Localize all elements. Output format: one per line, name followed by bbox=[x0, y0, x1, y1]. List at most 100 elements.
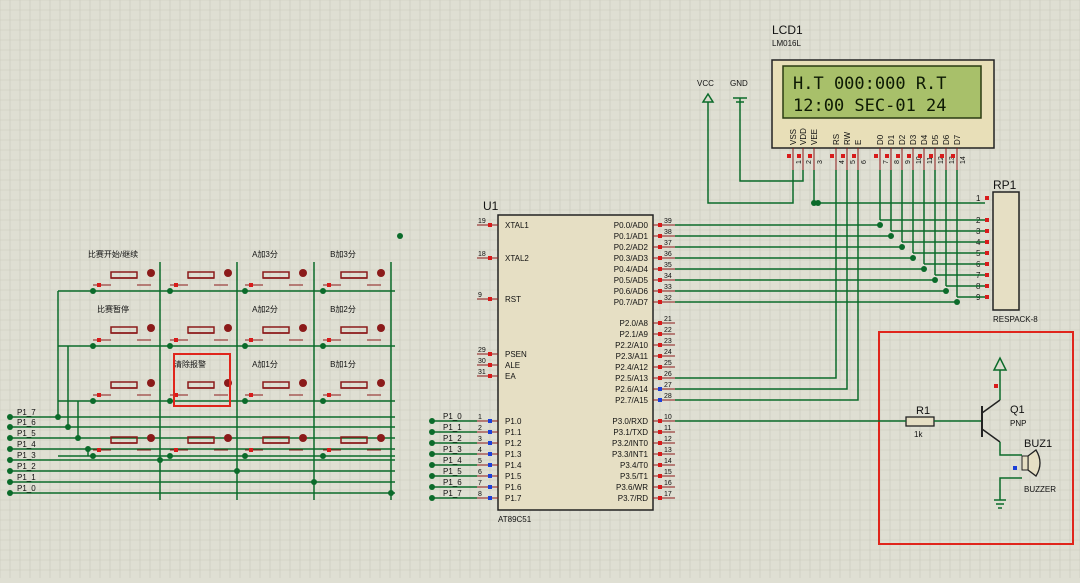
pin-marker bbox=[249, 283, 253, 287]
mcu-pin-name: P2.6/A14 bbox=[615, 385, 648, 394]
junction-dot bbox=[7, 457, 13, 463]
port-label: P1_7 bbox=[443, 489, 462, 498]
keypad-row-label: P1_3 bbox=[17, 451, 36, 460]
pin-marker bbox=[488, 430, 492, 434]
mcu-pin-name: XTAL1 bbox=[505, 221, 529, 230]
mcu-pin-name: P3.7/RD bbox=[618, 494, 648, 503]
button-plunger bbox=[262, 271, 290, 279]
lcd-pin-name: D3 bbox=[909, 134, 918, 145]
pin-marker bbox=[985, 229, 989, 233]
mcu-pin-number: 23 bbox=[664, 338, 672, 345]
pin-marker bbox=[985, 273, 989, 277]
mcu-pin-number: 15 bbox=[664, 469, 672, 476]
keypad-row-label: P1_1 bbox=[17, 473, 36, 482]
pin-marker bbox=[249, 393, 253, 397]
lcd-pin-number: 6 bbox=[861, 160, 868, 164]
port-label: P1_0 bbox=[443, 412, 462, 421]
mcu-pin-name: P1.6 bbox=[505, 483, 522, 492]
button-knob-icon bbox=[299, 269, 307, 277]
keypad-button[interactable]: A加3分 bbox=[242, 249, 307, 294]
button-knob-icon bbox=[224, 434, 232, 442]
button-plunger bbox=[110, 271, 138, 279]
buzzer-circuit[interactable]: R1 1k Q1 PNP BUZ1 BUZZER bbox=[675, 331, 1074, 545]
lcd-module[interactable]: LCD1 LM016L H.T 000:000 R.T12:00 SEC-01 24… bbox=[771, 23, 995, 170]
mcu-pin-name: P0.7/AD7 bbox=[614, 298, 649, 307]
junction-dot bbox=[242, 453, 248, 459]
keypad-button[interactable]: 清除报警 bbox=[167, 359, 232, 404]
pin-marker bbox=[488, 256, 492, 260]
pin-marker bbox=[97, 283, 101, 287]
mcu-pin-name: P2.3/A11 bbox=[616, 352, 649, 361]
junction-dot bbox=[7, 468, 13, 474]
pin-marker bbox=[797, 154, 801, 158]
mcu-pin-number: 7 bbox=[478, 480, 482, 487]
button-knob-icon bbox=[224, 324, 232, 332]
lcd-pin-name: VEE bbox=[810, 129, 819, 145]
junction-dot bbox=[242, 288, 248, 294]
keypad-row-label: P1_2 bbox=[17, 462, 36, 471]
lcd-pin-name: D1 bbox=[887, 134, 896, 145]
pin-marker bbox=[874, 154, 878, 158]
junction-dot bbox=[167, 288, 173, 294]
lcd-pin-number: 5 bbox=[850, 160, 857, 164]
keypad-button[interactable]: A加1分 bbox=[242, 359, 307, 404]
port-label: P1_6 bbox=[443, 478, 462, 487]
junction-dot bbox=[85, 446, 91, 452]
keypad-matrix[interactable]: P1_7P1_6 P1_5 P1_4 P1_3 P1_2 P1_1 P1_0 比赛开始/继续 A… bbox=[7, 249, 395, 500]
button-knob-icon bbox=[299, 324, 307, 332]
junction-dot bbox=[65, 424, 71, 430]
pin-marker bbox=[488, 297, 492, 301]
keypad-button[interactable]: 比赛开始/继续 bbox=[88, 249, 155, 294]
mcu-pin-name: P3.6/WR bbox=[616, 483, 648, 492]
keypad-button-label: B加1分 bbox=[330, 359, 356, 369]
pin-marker bbox=[830, 154, 834, 158]
lcd-pin-number: 2 bbox=[806, 160, 813, 164]
lcd-line-2: 12:00 SEC-01 24 bbox=[793, 96, 947, 116]
pin-marker bbox=[488, 441, 492, 445]
pin-marker bbox=[174, 338, 178, 342]
pin-marker bbox=[488, 363, 492, 367]
mcu-pin-number: 38 bbox=[664, 229, 672, 236]
lcd-e-wire bbox=[675, 170, 859, 401]
junction-dot bbox=[167, 398, 173, 404]
mcu-pin-name: P1.0 bbox=[505, 417, 522, 426]
pin-marker bbox=[327, 448, 331, 452]
mcu-pin-number: 5 bbox=[478, 458, 482, 465]
button-knob-icon bbox=[377, 269, 385, 277]
mcu-pin-number: 17 bbox=[664, 491, 672, 498]
schematic-canvas[interactable]: LCD1 LM016L H.T 000:000 R.T 12:00 SEC-01 24… bbox=[0, 0, 1080, 578]
pin-marker bbox=[985, 240, 989, 244]
lcd-pin-name: RW bbox=[843, 131, 852, 145]
pin-marker bbox=[174, 448, 178, 452]
button-plunger bbox=[262, 381, 290, 389]
mcu-pin-number: 34 bbox=[664, 273, 672, 280]
pin-marker bbox=[852, 154, 856, 158]
lcd-pin-number: 14 bbox=[960, 156, 967, 164]
pin-marker bbox=[658, 441, 662, 445]
microcontroller-u1[interactable]: U1AT89C5119 XTAL118 XTAL29 RST29 PSEN30 ALE31… bbox=[429, 199, 675, 524]
pin-marker bbox=[985, 262, 989, 266]
schematic-svg[interactable]: LCD1 LM016L H.T 000:000 R.T12:00 SEC-01 24… bbox=[0, 0, 1080, 578]
mcu-pin-name: P1.3 bbox=[505, 450, 522, 459]
buzzer-wire bbox=[999, 442, 1022, 456]
pin-marker bbox=[994, 384, 998, 388]
port-label: P1_5 bbox=[443, 467, 462, 476]
junction-dot bbox=[320, 343, 326, 349]
port-label: P1_4 bbox=[443, 456, 462, 465]
keypad-row-label: P1_0 bbox=[17, 484, 36, 493]
keypad-button-label: 比赛暂停 bbox=[97, 304, 129, 314]
junction-dot bbox=[157, 457, 163, 463]
lcd-pin-name: E bbox=[854, 140, 863, 145]
mcu-pin-number: 19 bbox=[478, 218, 486, 225]
keypad-row-label: P1_6 bbox=[17, 418, 36, 427]
mcu-pin-name: XTAL2 bbox=[505, 254, 529, 263]
junction-dot bbox=[320, 453, 326, 459]
button-knob-icon bbox=[147, 324, 155, 332]
junction-dot bbox=[815, 200, 821, 206]
pin-marker bbox=[918, 154, 922, 158]
mcu-pin-name: P0.6/AD6 bbox=[614, 287, 649, 296]
junction-dot bbox=[888, 233, 894, 239]
keypad-button[interactable]: A加2分 bbox=[242, 304, 307, 349]
button-plunger bbox=[110, 381, 138, 389]
button-knob-icon bbox=[299, 379, 307, 387]
